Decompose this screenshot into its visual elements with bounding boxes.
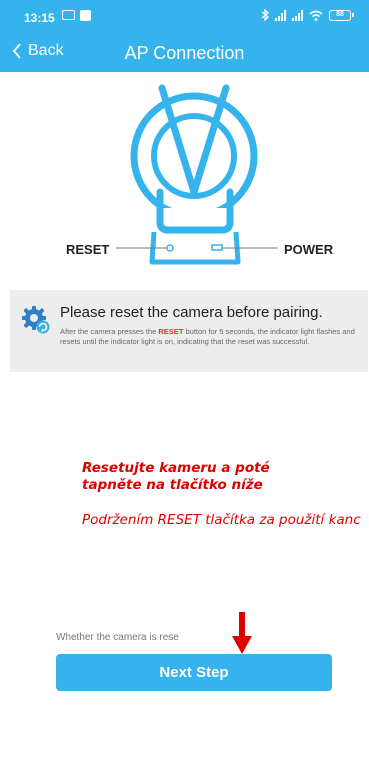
app-notification-icon — [80, 10, 91, 21]
reset-info-panel: Please reset the camera before pairing. … — [10, 290, 368, 372]
info-desc-reset: RESET — [158, 327, 184, 336]
status-bar: 13:15 88 — [0, 0, 369, 34]
nav-bar: Back AP Connection — [0, 34, 369, 72]
bluetooth-icon — [261, 9, 269, 21]
info-description: After the camera presses the RESET butto… — [60, 327, 360, 346]
reset-label: RESET — [66, 242, 110, 257]
info-desc-part: After the camera presses the — [60, 327, 159, 336]
system-icons: 88 — [261, 9, 354, 21]
status-time: 13:15 — [24, 11, 55, 25]
arrow-down-icon — [232, 612, 252, 654]
overlay-line-2: tapněte na tlačítko níže — [82, 477, 263, 493]
battery-icon: 88 — [329, 9, 354, 21]
signal-2-icon — [292, 9, 303, 21]
settings-refresh-icon — [22, 306, 50, 334]
overlay-line-1: Resetujte kameru a poté — [82, 460, 270, 476]
overlay-instruction: Resetujte kameru a poté tapněte na tlačí… — [82, 460, 270, 494]
power-label: POWER — [284, 242, 334, 257]
wifi-icon — [309, 10, 323, 21]
page-title: AP Connection — [124, 43, 245, 63]
notification-icons — [62, 10, 91, 21]
overlay-line-3: Podržením RESET tlačítka za použití kanc — [82, 512, 361, 528]
info-title: Please reset the camera before pairing. — [60, 304, 323, 321]
message-icon — [62, 10, 75, 20]
next-step-button[interactable]: Next Step — [56, 654, 332, 691]
signal-1-icon — [275, 9, 286, 21]
reset-confirm-label[interactable]: Whether the camera is rese — [56, 632, 179, 643]
